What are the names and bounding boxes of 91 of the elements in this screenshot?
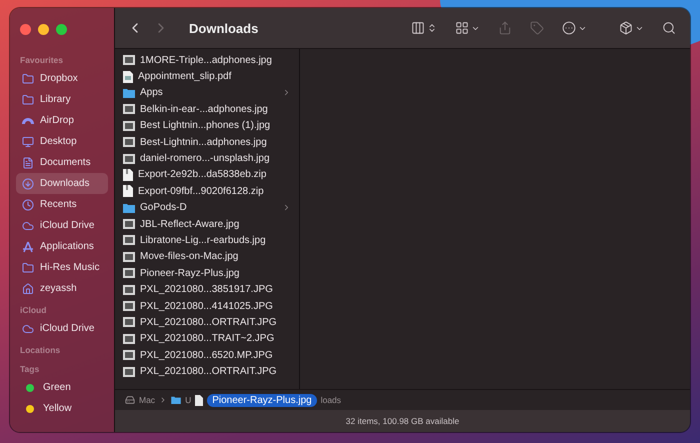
file-row[interactable]: GoPods-D [123,200,299,216]
zoom-button[interactable] [56,24,67,35]
sidebar-item[interactable]: Documents [16,152,108,173]
image-thumbnail-icon [123,235,135,246]
home-icon [22,282,34,294]
folder-icon [22,94,34,106]
sidebar-heading: Favourites [19,55,64,65]
path-item[interactable]: U [185,395,192,405]
sidebar-item[interactable]: Desktop [16,131,108,152]
sidebar-item[interactable]: iCloud Drive [16,215,108,236]
image-thumbnail-icon [123,137,135,148]
file-row[interactable]: Libratone-Lig...r-earbuds.jpg [123,232,299,249]
image-thumbnail-icon [123,268,135,278]
sidebar-item[interactable]: Library [16,89,108,110]
file-row[interactable]: PXL_2021080...4141025.JPG [123,298,299,314]
file-row[interactable]: PXL_2021080...6520.MP.JPG [123,347,299,364]
sidebar-item[interactable]: Downloads [16,173,108,194]
path-item[interactable]: loads [320,395,342,405]
folder-icon [22,262,34,274]
sidebar-item[interactable]: Applications [16,236,108,257]
share-icon [498,21,512,35]
airdrop-icon [22,118,34,124]
file-row[interactable]: PXL_2021080...ORTRAIT.JPG [123,314,299,331]
cloud-icon [22,220,34,232]
sidebar-heading: Tags [19,364,40,374]
image-thumbnail-icon [123,334,135,344]
close-button[interactable] [20,24,31,35]
zip-file-icon [123,185,133,198]
sidebar-item[interactable]: Dropbox [16,68,108,89]
cloud-icon [22,322,34,334]
file-row[interactable]: PXL_2021080...TRAIT~2.JPG [123,330,299,348]
image-thumbnail-icon [123,252,135,262]
chevron-right-icon [282,203,291,212]
sidebar-item[interactable]: Recents [16,194,108,215]
document-icon [123,70,133,83]
file-row[interactable]: Belkin-in-ear-...adphones.jpg [123,101,299,118]
image-thumbnail-icon [123,219,135,230]
image-thumbnail-icon [123,317,135,328]
zip-file-icon [123,168,133,181]
folder-icon [123,202,135,213]
desktop-icon [22,136,34,148]
file-row[interactable]: PXL_2021080...3851917.JPG [123,281,299,298]
more-icon [562,21,576,35]
image-thumbnail-icon [123,301,135,312]
image-thumbnail-icon [123,350,135,360]
sidebar-item[interactable]: zeyassh [16,278,108,299]
file-row[interactable]: Export-09fbf...9020f6128.zip [123,183,299,200]
path-item[interactable]: Mac [139,395,156,405]
file-row[interactable]: Apps [123,84,299,102]
sidebar-item[interactable]: iCloud Drive [16,318,108,339]
sidebar-item[interactable]: Yellow [16,398,108,419]
file-row[interactable]: Export-2e92b...da5838eb.zip [123,166,299,184]
folder-icon [22,72,34,84]
up-down-icon [427,23,437,33]
file-icon [195,394,204,406]
file-row[interactable]: Move-files-on-Mac.jpg [123,248,299,266]
window-title: Downloads [189,20,260,36]
sidebar-item[interactable]: Hi-Res Music [16,257,108,278]
sidebar-heading: Locations [19,345,62,355]
search-icon [662,21,676,35]
status-text: 32 items, 100.98 GB available [115,410,690,432]
image-thumbnail-icon [123,366,135,377]
document-icon [22,156,34,168]
image-thumbnail-icon [123,154,135,164]
file-row[interactable]: Pioneer-Rayz-Plus.jpg [123,265,299,282]
image-thumbnail-icon [123,55,135,66]
grid-icon [455,21,469,35]
boxes-icon [619,21,633,35]
chevron-right-icon [282,88,291,98]
sidebar-item[interactable]: AirDrop [16,110,108,131]
dragged-file-name: Pioneer-Rayz-Plus.jpg [207,394,317,406]
sidebar-item[interactable]: Green [16,377,108,398]
columns-icon [411,21,425,35]
applications-icon [22,240,34,252]
file-row[interactable]: Appointment_slip.pdf [123,68,299,85]
file-row[interactable]: PXL_2021080...ORTRAIT.JPG [123,363,299,380]
image-thumbnail-icon [123,284,135,295]
file-row[interactable]: JBL-Reflect-Aware.jpg [123,216,299,232]
file-row[interactable]: Best-Lightnin...adphones.jpg [123,134,299,150]
image-thumbnail-icon [123,104,135,114]
download-icon [22,178,34,190]
minimize-button[interactable] [38,24,49,35]
tag-icon [530,21,544,35]
file-row[interactable]: 1MORE-Triple...adphones.jpg [123,52,299,68]
folder-icon [171,396,182,404]
sidebar-heading: iCloud [19,305,48,315]
file-row[interactable]: Best Lightnin...phones (1).jpg [123,118,299,134]
clock-icon [22,198,34,210]
file-row[interactable]: daniel-romero...-unsplash.jpg [123,150,299,167]
image-thumbnail-icon [123,120,135,131]
folder-icon [123,88,135,98]
